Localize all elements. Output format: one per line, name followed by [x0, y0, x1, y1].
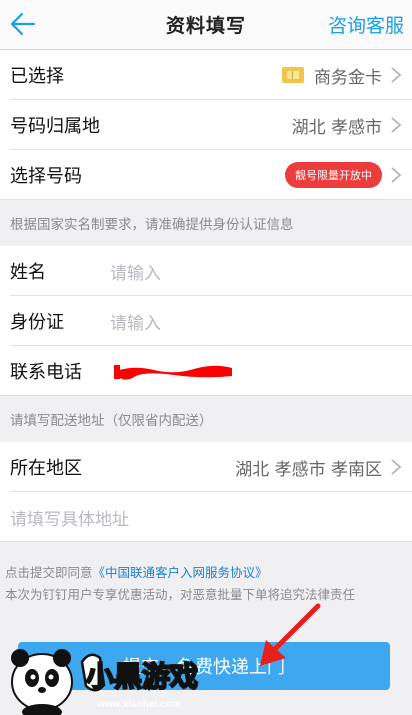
- region-row[interactable]: 所在地区 湖北 孝感市 孝南区: [0, 442, 412, 492]
- selected-plan-row[interactable]: 已选择 商务金卡: [0, 50, 412, 100]
- choose-number-value-wrap: 靓号限量开放中: [285, 162, 402, 188]
- number-location-label: 号码归属地: [10, 116, 100, 137]
- address-field-row[interactable]: 请填写具体地址: [0, 492, 412, 542]
- service-agreement-link[interactable]: 《中国联通客户入网服务协议》: [93, 565, 268, 580]
- phone-label: 联系电话: [10, 362, 82, 383]
- selected-plan-label: 已选择: [10, 66, 64, 87]
- region-value: 湖北 孝感市 孝南区: [235, 459, 382, 480]
- choose-number-row[interactable]: 选择号码 靓号限量开放中: [0, 150, 412, 200]
- svg-text:小黑游戏: 小黑游戏: [86, 660, 198, 693]
- number-location-row[interactable]: 号码归属地 湖北 孝感市: [0, 100, 412, 150]
- chevron-right-icon: [391, 117, 402, 133]
- nav-bar: 资料填写 咨询客服: [0, 0, 412, 50]
- name-input[interactable]: 请输入: [110, 259, 161, 284]
- name-label: 姓名: [10, 262, 46, 283]
- watermark-url: www.xiaohei.com: [97, 699, 181, 710]
- id-card-label: 身份证: [10, 312, 64, 333]
- region-value-wrap: 湖北 孝感市 孝南区: [235, 455, 402, 480]
- number-location-value-wrap: 湖北 孝感市: [292, 113, 402, 138]
- agreement-prefix: 点击提交即同意: [5, 565, 93, 580]
- agreement-block: 点击提交即同意《中国联通客户入网服务协议》 本次为钉钉用户专享优惠活动，对恶意批…: [0, 562, 412, 606]
- name-field-row[interactable]: 姓名 请输入: [0, 246, 412, 296]
- premium-number-badge: 靓号限量开放中: [285, 162, 382, 188]
- customer-service-button[interactable]: 咨询客服: [328, 11, 404, 38]
- chevron-right-icon: [391, 67, 402, 83]
- address-hint: 请填写配送地址（仅限省内配送）: [0, 396, 412, 442]
- choose-number-label: 选择号码: [10, 166, 82, 187]
- chevron-right-icon: [391, 459, 402, 475]
- agreement-line: 点击提交即同意《中国联通客户入网服务协议》: [5, 562, 407, 584]
- phone-field-row[interactable]: 联系电话: [0, 346, 412, 396]
- id-card-input[interactable]: 请输入: [110, 309, 161, 334]
- chevron-right-icon: [391, 167, 402, 183]
- anti-abuse-note: 本次为钉钉用户专享优惠活动，对恶意批量下单将追究法律责任: [5, 587, 356, 602]
- region-label: 所在地区: [10, 458, 82, 479]
- selected-plan-value: 商务金卡: [314, 67, 382, 88]
- sim-card-icon: [282, 67, 304, 83]
- redacted-phone-input[interactable]: [114, 359, 234, 383]
- selected-plan-value-wrap: 商务金卡: [282, 63, 402, 88]
- id-card-field-row[interactable]: 身份证 请输入: [0, 296, 412, 346]
- identity-hint: 根据国家实名制要求，请准确提供身份认证信息: [0, 200, 412, 246]
- address-input[interactable]: 请填写具体地址: [10, 505, 129, 530]
- number-location-value: 湖北 孝感市: [291, 117, 382, 138]
